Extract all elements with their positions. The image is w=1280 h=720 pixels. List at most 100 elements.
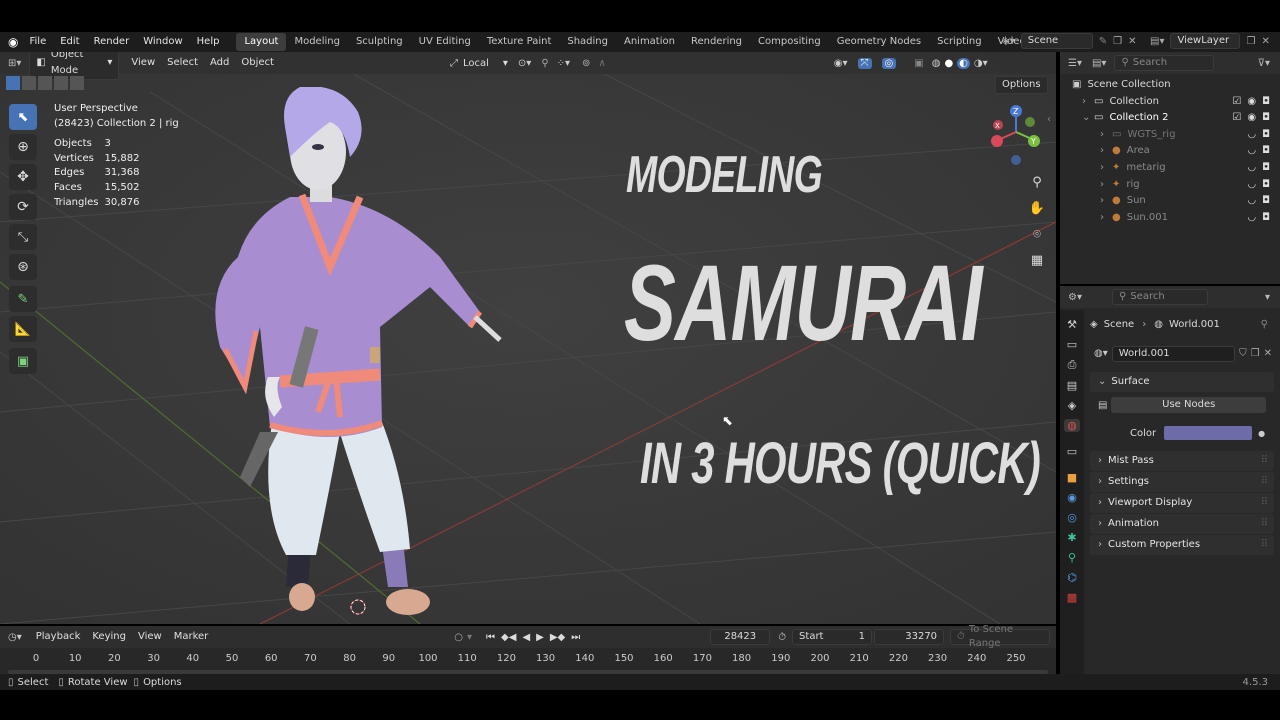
tab-geometry-nodes[interactable]: Geometry Nodes bbox=[829, 33, 929, 51]
proportional-edit-icon[interactable]: ⊚ bbox=[582, 58, 590, 69]
snap-target-icon[interactable]: ⁘▾ bbox=[557, 58, 570, 69]
timeline-menu-marker[interactable]: Marker bbox=[168, 628, 215, 646]
viewport-menu-add[interactable]: Add bbox=[204, 54, 235, 72]
material-shading-icon[interactable]: ◐ bbox=[957, 57, 970, 69]
drag-handle-icon[interactable]: ⠿ bbox=[1261, 472, 1268, 492]
world-tab-icon[interactable]: ◍ bbox=[1064, 419, 1080, 432]
scene-tab-icon[interactable]: ◈ bbox=[1068, 399, 1076, 412]
menu-edit[interactable]: Edit bbox=[53, 32, 86, 52]
timeline-ruler[interactable]: 0 10 20 30 40 50 60 70 80 90 100 110 120 130 140 150 160… bbox=[0, 651, 1056, 669]
select-intersect-icon[interactable] bbox=[70, 76, 84, 90]
viewport-menu-select[interactable]: Select bbox=[161, 54, 204, 72]
timeline-editor-icon[interactable]: ◷▾ bbox=[8, 632, 22, 643]
timeline-menu-keying[interactable]: Keying bbox=[86, 628, 132, 646]
outliner-editor-icon[interactable]: ☰▾ bbox=[1068, 58, 1082, 69]
play-reverse-icon[interactable]: ◀ bbox=[522, 632, 530, 643]
outliner-row[interactable]: ⌄ ▭ Collection 2 ☑ ◉ ◘ bbox=[1060, 110, 1280, 127]
zoom-icon[interactable]: ⚲ bbox=[1025, 170, 1049, 194]
menu-window[interactable]: Window bbox=[136, 32, 189, 52]
tab-rendering[interactable]: Rendering bbox=[683, 33, 750, 51]
eye-icon[interactable]: ◡ bbox=[1247, 212, 1256, 223]
data-tab-icon[interactable]: ⌬ bbox=[1067, 571, 1077, 584]
keyframe-dot-icon[interactable]: ● bbox=[1258, 429, 1265, 438]
modifier-tab-icon[interactable]: ◉ bbox=[1067, 491, 1077, 504]
panel-animation[interactable]: › Animation ⠿ bbox=[1090, 514, 1274, 534]
delete-viewlayer-icon[interactable]: ✕ bbox=[1261, 36, 1269, 47]
use-nodes-button[interactable]: Use Nodes bbox=[1111, 397, 1266, 413]
scale-tool[interactable]: ⤡ bbox=[9, 224, 37, 250]
drag-handle-icon[interactable]: ⠿ bbox=[1261, 493, 1268, 513]
camera-render-icon[interactable]: ◘ bbox=[1262, 162, 1270, 173]
chevron-right-icon[interactable]: › bbox=[1082, 94, 1094, 111]
physics-tab-icon[interactable]: ✱ bbox=[1067, 531, 1076, 544]
add-cube-tool[interactable]: ▣ bbox=[9, 348, 37, 374]
world-name-field[interactable]: World.001 bbox=[1111, 345, 1236, 362]
world-browse-icon[interactable]: ◍▾ bbox=[1094, 348, 1108, 359]
editor-type-icon[interactable]: ⊞▾ bbox=[8, 58, 21, 69]
next-keyframe-icon[interactable]: ▶◆ bbox=[550, 632, 565, 643]
tool-tab-icon[interactable]: ⚒ bbox=[1067, 318, 1077, 331]
snap-icon[interactable]: ⚲ bbox=[541, 58, 548, 69]
gizmo-toggle-icon[interactable]: ⤧ bbox=[857, 57, 872, 69]
world-color-swatch[interactable] bbox=[1164, 426, 1253, 440]
chevron-right-icon[interactable]: › bbox=[1100, 210, 1112, 227]
jump-end-icon[interactable]: ⏭ bbox=[571, 632, 580, 643]
current-frame-field[interactable]: 28423 bbox=[710, 629, 771, 645]
chevron-right-icon[interactable]: › bbox=[1100, 127, 1112, 144]
menu-render[interactable]: Render bbox=[87, 32, 137, 52]
annotate-tool[interactable]: ✎ bbox=[9, 286, 37, 312]
viewport-menu-view[interactable]: View bbox=[125, 54, 161, 72]
panel-viewport-display[interactable]: › Viewport Display ⠿ bbox=[1090, 493, 1274, 513]
jump-start-icon[interactable]: ⏮ bbox=[486, 632, 495, 643]
chevron-right-icon[interactable]: › bbox=[1100, 177, 1112, 194]
outliner-row[interactable]: › ✦ metarig ◡ ◘ bbox=[1060, 160, 1280, 177]
drag-handle-icon[interactable]: ⠿ bbox=[1261, 514, 1268, 534]
properties-editor-icon[interactable]: ⚙▾ bbox=[1068, 292, 1082, 303]
wireframe-shading-icon[interactable]: ◍ bbox=[932, 58, 941, 69]
outliner-row[interactable]: › ● Sun ◡ ◘ bbox=[1060, 193, 1280, 210]
menu-file[interactable]: File bbox=[22, 32, 53, 52]
select-box-tool[interactable]: ⬉ bbox=[9, 104, 37, 130]
blender-logo-icon[interactable]: ◉ bbox=[8, 35, 18, 49]
breadcrumb-scene[interactable]: Scene bbox=[1104, 319, 1135, 330]
delete-scene-icon[interactable]: ✕ bbox=[1128, 36, 1136, 47]
new-scene-icon[interactable]: ❐ bbox=[1113, 36, 1122, 47]
fake-user-icon[interactable]: ⛉ bbox=[1239, 348, 1247, 359]
options-dropdown[interactable]: Options bbox=[995, 76, 1048, 94]
chevron-right-icon[interactable]: › bbox=[1100, 143, 1112, 160]
pin-icon[interactable]: ⚲ bbox=[1261, 319, 1268, 330]
panel-settings[interactable]: › Settings ⠿ bbox=[1090, 472, 1274, 492]
filter-icon[interactable]: ⊽▾ bbox=[1258, 58, 1270, 69]
tab-layout[interactable]: Layout bbox=[236, 33, 287, 51]
select-subtract-icon[interactable] bbox=[38, 76, 52, 90]
duplicate-world-icon[interactable]: ❐ bbox=[1251, 348, 1260, 359]
solid-shading-icon[interactable]: ● bbox=[944, 58, 953, 69]
end-frame-field[interactable]: 33270 bbox=[874, 629, 945, 645]
viewport-menu-object[interactable]: Object bbox=[235, 54, 280, 72]
camera-render-icon[interactable]: ◘ bbox=[1262, 212, 1270, 223]
move-tool[interactable]: ✥ bbox=[9, 164, 37, 190]
tab-animation[interactable]: Animation bbox=[616, 33, 683, 51]
select-new-icon[interactable] bbox=[6, 76, 20, 90]
texture-tab-icon[interactable]: ▩ bbox=[1067, 591, 1077, 604]
rotate-tool[interactable]: ⟳ bbox=[9, 194, 37, 220]
outliner-row[interactable]: › ▭ WGTS_rig ◡ ◘ bbox=[1060, 127, 1280, 144]
tab-compositing[interactable]: Compositing bbox=[750, 33, 829, 51]
navigation-gizmo[interactable]: Z Y X bbox=[986, 102, 1046, 172]
prev-keyframe-icon[interactable]: ◆◀ bbox=[501, 632, 516, 643]
overlay-toggle-icon[interactable]: ◎ bbox=[881, 57, 897, 69]
visibility-icon[interactable]: ◉▾ bbox=[834, 58, 848, 69]
falloff-icon[interactable]: ∧ bbox=[598, 58, 605, 69]
panel-custom-properties[interactable]: › Custom Properties ⠿ bbox=[1090, 535, 1274, 555]
tab-texture-paint[interactable]: Texture Paint bbox=[479, 33, 560, 51]
scene-field[interactable]: Scene bbox=[1020, 33, 1093, 49]
pin-icon[interactable]: ✎ bbox=[1099, 36, 1107, 47]
unlink-world-icon[interactable]: ✕ bbox=[1264, 348, 1272, 359]
tab-modeling[interactable]: Modeling bbox=[286, 33, 348, 51]
transform-tool[interactable]: ⊛ bbox=[9, 254, 37, 280]
menu-help[interactable]: Help bbox=[190, 32, 227, 52]
select-invert-icon[interactable] bbox=[54, 76, 68, 90]
select-extend-icon[interactable] bbox=[22, 76, 36, 90]
eye-icon[interactable]: ◡ bbox=[1247, 195, 1256, 206]
transform-space-dropdown[interactable]: ⤢ Local ▾ bbox=[450, 58, 508, 69]
